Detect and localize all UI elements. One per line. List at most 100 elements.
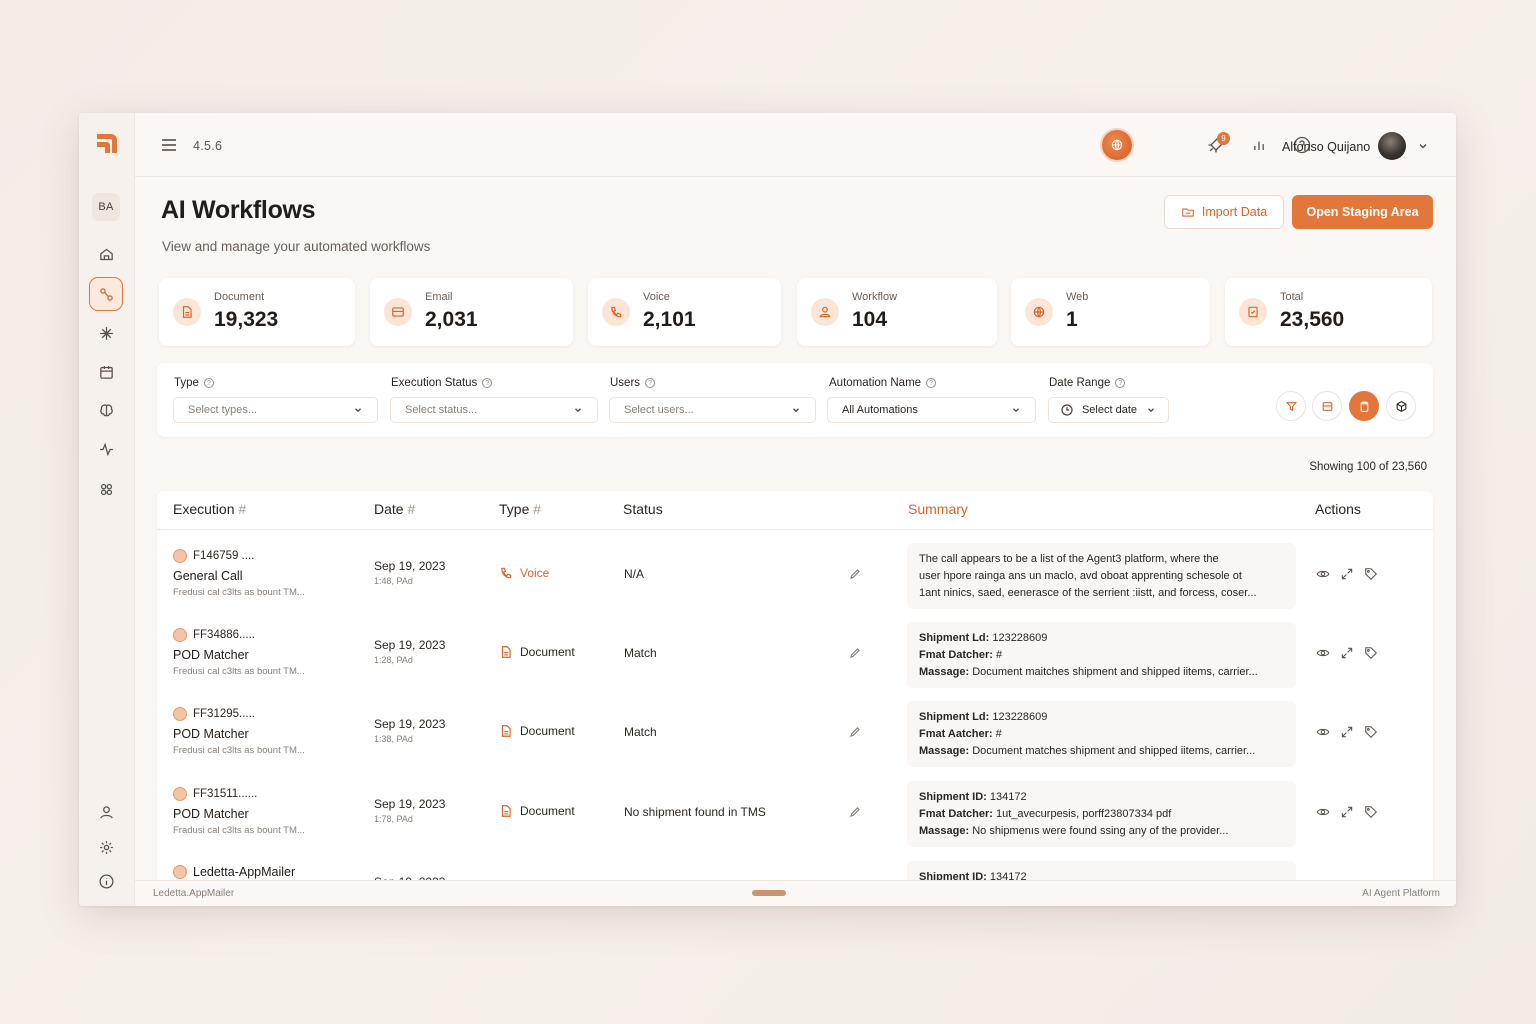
home-icon[interactable] [89,237,123,271]
eye-icon[interactable] [1316,805,1330,819]
expand-icon[interactable] [1340,646,1354,660]
summary-line: Massage: Document matches shipment and s… [919,743,1284,760]
type-select[interactable]: Select types... [173,397,378,423]
help-icon[interactable]: ? [926,378,937,388]
stat-card-document[interactable]: Document 19,323 [159,278,355,346]
summary-value: 123228609 [989,632,1048,644]
stat-card-total[interactable]: Total 23,560 [1225,278,1432,346]
import-data-label: Import Data [1201,205,1268,219]
chevron-down-icon[interactable] [1417,140,1429,152]
pencil-icon[interactable] [849,726,861,738]
summary-box[interactable]: Shipment Ld: 123228609 Fmat Aatcher: # M… [907,701,1296,767]
info-icon[interactable] [89,864,123,898]
stat-card-web[interactable]: Web 1 [1011,278,1210,346]
automation-select[interactable]: All Automations [827,397,1036,423]
workflows-icon[interactable] [89,277,123,311]
expand-icon[interactable] [1340,567,1354,581]
hamburger-menu-icon[interactable] [159,135,179,155]
stat-card-workflow[interactable]: Workflow 104 [797,278,997,346]
analytics-icon[interactable] [1249,135,1269,155]
stat-card-voice[interactable]: Voice 2,101 [588,278,781,346]
summary-box[interactable]: Shipment ID: 134172 Fmat Datcher: 1ut_av… [907,781,1296,847]
calendar-icon[interactable] [89,355,123,389]
pencil-icon[interactable] [849,647,861,659]
type-cell: Document [499,724,575,738]
user-avatar[interactable] [1378,132,1406,160]
import-data-button[interactable]: Import Data [1164,195,1284,229]
organization-avatar[interactable] [1102,130,1132,160]
type-cell: Document [499,645,575,659]
tag-icon[interactable] [1364,805,1378,819]
eye-icon[interactable] [1316,646,1330,660]
column-header-type[interactable]: Type # [499,501,541,517]
execution-id[interactable]: FF31295..... [173,707,255,721]
workspace-badge[interactable]: BA [92,193,120,221]
integration-view-button[interactable] [1386,391,1416,421]
integrations-icon[interactable] [89,472,123,506]
execution-desc: Fredusi cal c3lts as bount TM... [173,666,305,677]
tag-icon[interactable] [1364,725,1378,739]
eye-icon[interactable] [1316,567,1330,581]
execution-name: POD Matcher [173,648,249,662]
open-staging-area-button[interactable]: Open Staging Area [1292,195,1433,229]
filter-button[interactable] [1276,391,1306,421]
email-view-button[interactable] [1312,391,1342,421]
summary-key: Shipment Ld: [919,711,990,723]
column-header-execution[interactable]: Execution # [173,501,246,517]
settings-icon[interactable] [89,830,123,864]
automation-filter-label: Automation Name? [829,377,937,389]
app-logo-icon[interactable] [94,130,120,156]
clipboard-view-button[interactable] [1349,391,1379,421]
executions-table: Execution # Date # Type # Status Summary… [157,491,1433,906]
phone-icon [501,567,512,579]
sort-hash: # [407,501,416,517]
execution-id[interactable]: FF34886..... [173,628,255,642]
date-select[interactable]: Select date [1048,397,1169,423]
summary-key: Fmat Aatcher: [919,728,993,740]
execution-date: Sep 19, 2023 [374,559,446,573]
sparkle-icon[interactable] [89,316,123,350]
summary-line: Fmat Datcher: # [919,647,1284,664]
expand-icon[interactable] [1340,725,1354,739]
column-header-date[interactable]: Date # [374,501,415,517]
summary-box[interactable]: The call appears to be a list of the Age… [907,543,1296,609]
eye-icon[interactable] [1316,725,1330,739]
help-icon[interactable]: ? [203,378,214,388]
help-icon[interactable]: ? [1115,378,1126,388]
table-row[interactable]: F146759 .... General Call Fredusi cal c3… [157,537,1433,617]
table-row[interactable]: FF34886..... POD Matcher Fredusi cal c3l… [157,616,1433,696]
summary-box[interactable]: Shipment Ld: 123228609 Fmat Datcher: # M… [907,622,1296,688]
help-icon[interactable]: ? [482,378,493,388]
sidebar: BA [79,113,135,906]
label-text: Execution Status [391,377,478,389]
execution-id[interactable]: F146759 .... [173,549,254,563]
tag-icon[interactable] [1364,567,1378,581]
users-select[interactable]: Select users... [609,397,816,423]
row-actions [1316,805,1378,819]
execution-desc: Fradusi cal c3lts as bount TM... [173,825,305,836]
stat-card-email[interactable]: Email 2,031 [370,278,573,346]
help-icon[interactable]: ? [645,378,656,388]
stat-label: Document [214,291,265,303]
column-header-status[interactable]: Status [623,501,663,517]
page-subtitle: View and manage your automated workflows [162,239,431,254]
execution-id[interactable]: Ledetta-AppMailer [173,865,295,879]
user-name[interactable]: Alfonso Quijano [1282,140,1370,154]
pencil-icon[interactable] [849,806,861,818]
tag-icon[interactable] [1364,646,1378,660]
pencil-icon[interactable] [849,568,861,580]
summary-line: user hpore rainga ans un maclo, avd oboa… [919,570,1242,582]
stat-label: Workflow [852,291,898,303]
activity-icon[interactable] [89,432,123,466]
expand-icon[interactable] [1340,805,1354,819]
resize-handle[interactable] [752,890,786,896]
brain-icon[interactable] [89,393,123,427]
table-row[interactable]: FF31295..... POD Matcher Fredusi cal c3l… [157,695,1433,775]
execution-id[interactable]: FF31511...... [173,787,257,801]
column-header-summary[interactable]: Summary [908,501,968,517]
user-icon[interactable] [89,795,123,829]
status-select[interactable]: Select status... [390,397,598,423]
type-cell: Document [499,804,575,818]
table-row[interactable]: FF31511...... POD Matcher Fradusi cal c3… [157,775,1433,855]
summary-line: Shipment Ld: 123228609 [919,630,1284,647]
